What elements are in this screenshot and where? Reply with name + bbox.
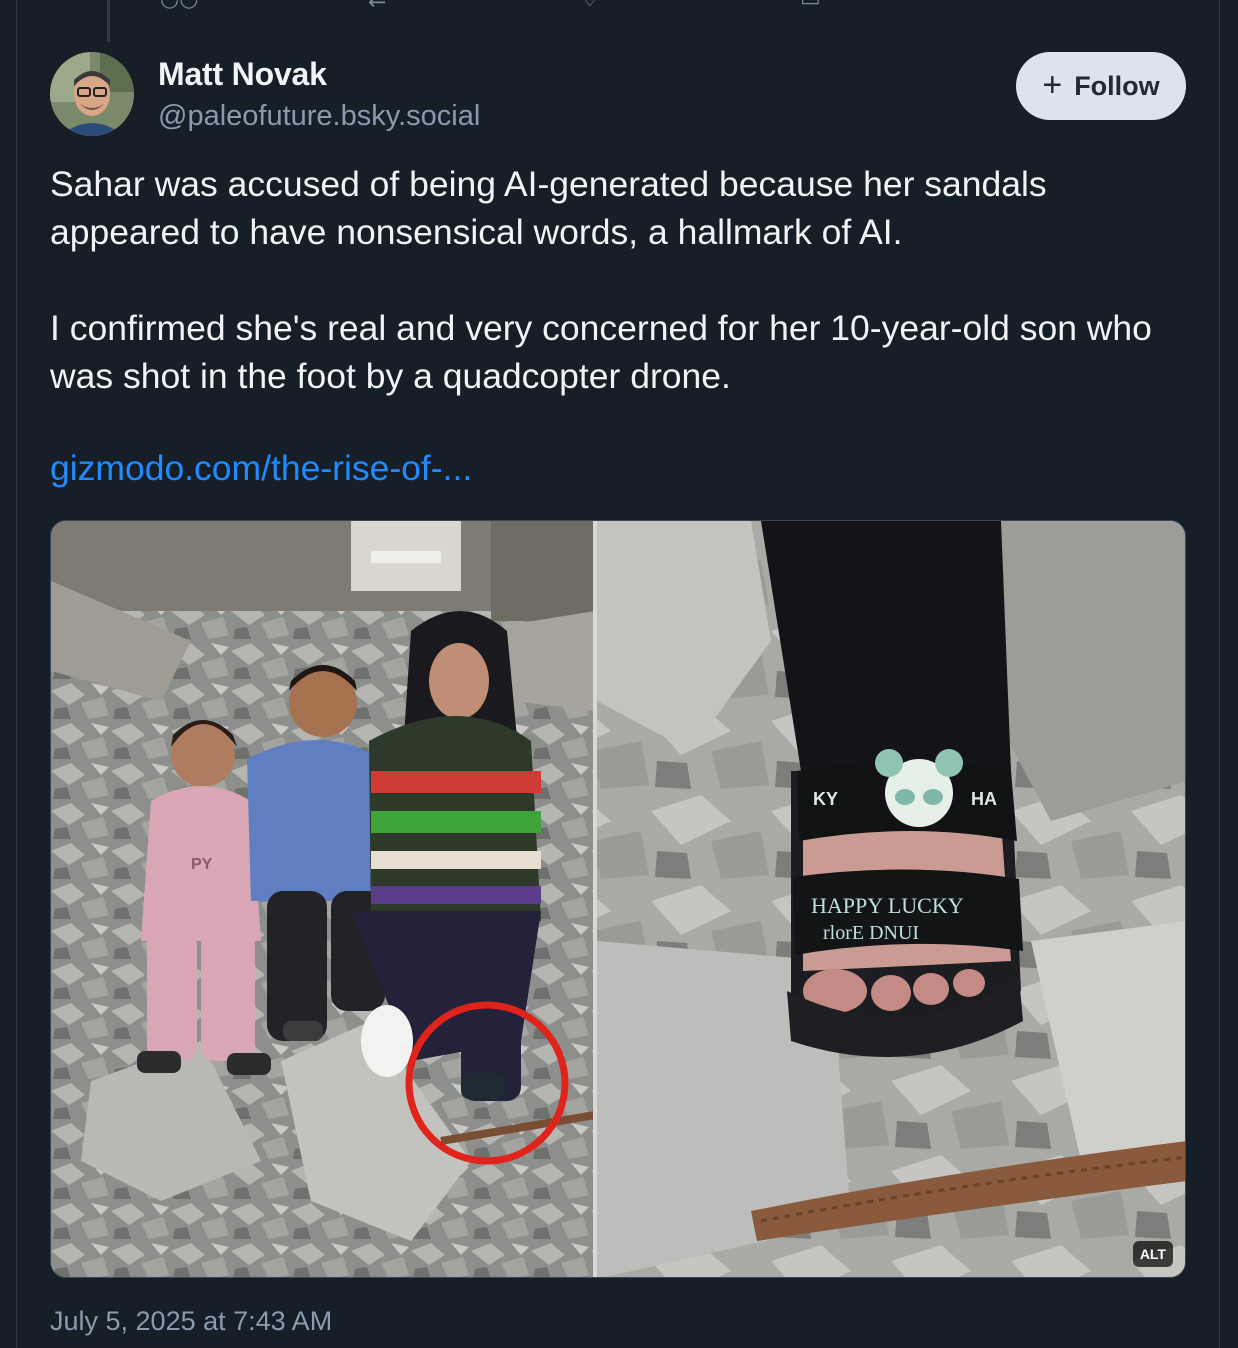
- author-handle[interactable]: @paleofuture.bsky.social: [158, 100, 480, 133]
- more-icon[interactable]: ▭: [800, 0, 821, 11]
- avatar[interactable]: [50, 52, 134, 136]
- author-name[interactable]: Matt Novak: [158, 56, 327, 93]
- repost-icon[interactable]: ⇄: [368, 0, 386, 11]
- post-image-art: PY KY HA HAPPY LUCKY rlorE DNUI: [51, 521, 1185, 1277]
- reply-icon[interactable]: ◡◡: [160, 0, 198, 11]
- previous-post-actions: ◡◡ ⇄ ♡ ▭: [0, 0, 1238, 11]
- follow-button[interactable]: + Follow: [1016, 52, 1186, 120]
- avatar-image: [50, 52, 134, 136]
- hoodie-text: PY: [191, 856, 213, 873]
- post-image[interactable]: PY KY HA HAPPY LUCKY rlorE DNUI ALT: [50, 520, 1186, 1278]
- post-timestamp: July 5, 2025 at 7:43 AM: [50, 1306, 333, 1336]
- thread-line: [107, 0, 110, 42]
- plus-icon: +: [1042, 65, 1063, 104]
- alt-text-badge[interactable]: ALT: [1132, 1241, 1173, 1267]
- follow-label: Follow: [1074, 70, 1160, 101]
- sandal-top-left-text: KY: [813, 789, 838, 809]
- sandal-top-right-text: HA: [971, 789, 997, 809]
- like-icon[interactable]: ♡: [580, 0, 600, 11]
- post-paragraph: Sahar was accused of being AI-generated …: [50, 164, 1047, 252]
- post-text: Sahar was accused of being AI-generated …: [50, 160, 1190, 400]
- sandal-text-line1: HAPPY LUCKY: [811, 893, 964, 918]
- article-link[interactable]: gizmodo.com/the-rise-of-...: [50, 448, 472, 489]
- sandal-text-line2: rlorE DNUI: [823, 922, 919, 944]
- post-paragraph: I confirmed she's real and very concerne…: [50, 308, 1152, 396]
